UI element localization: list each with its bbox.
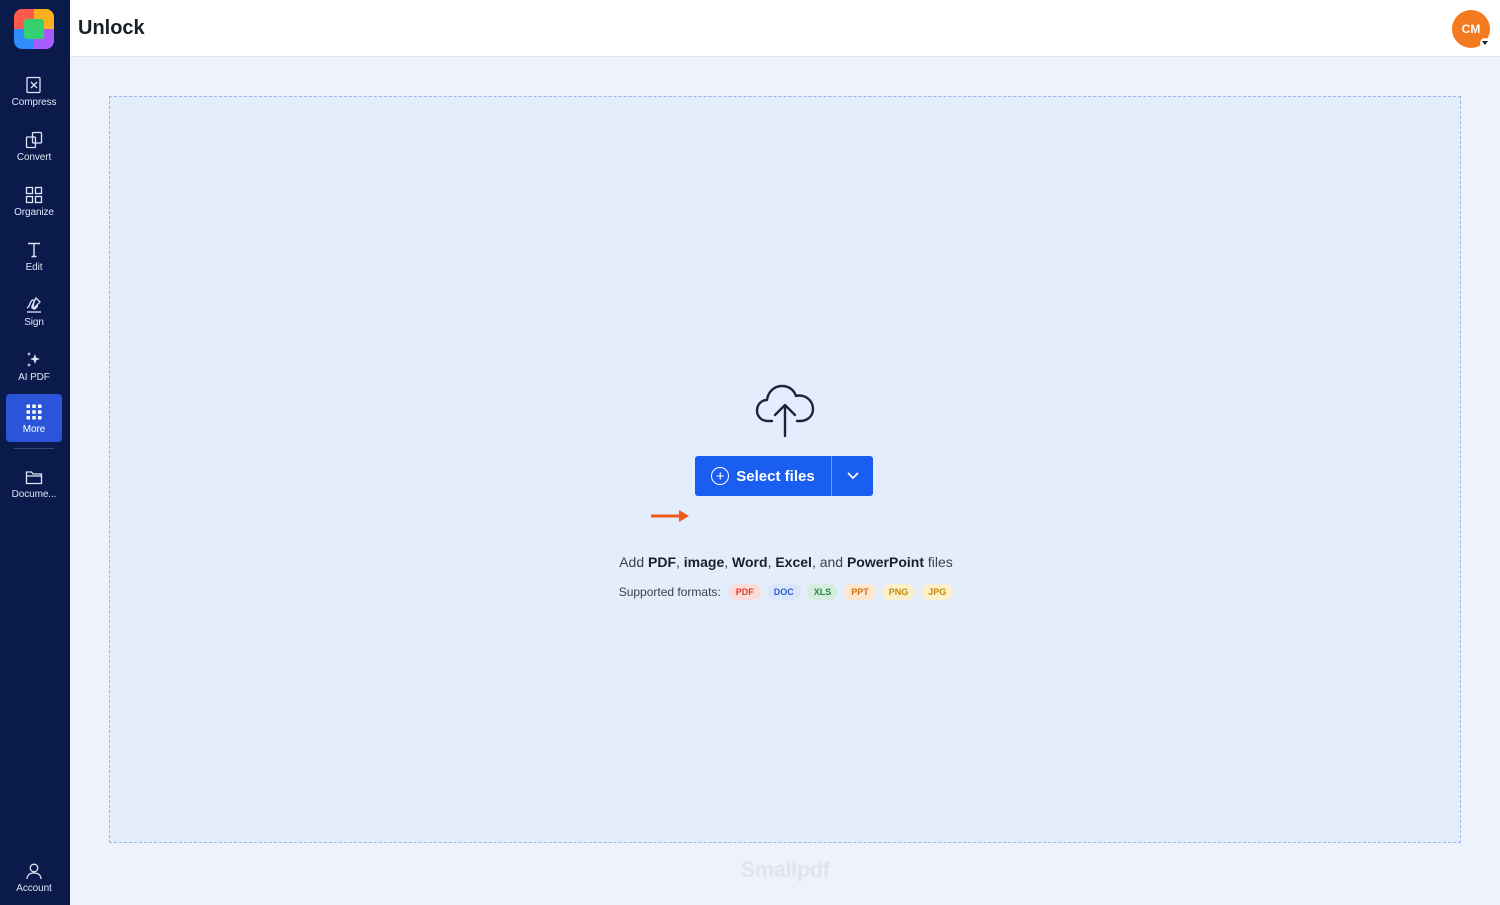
select-source-dropdown-button[interactable] xyxy=(831,456,873,496)
arrow-right-icon xyxy=(651,510,689,522)
sidebar-item-label: Sign xyxy=(24,316,44,328)
sidebar-item-account[interactable]: Account xyxy=(6,853,62,901)
grid-dots-icon xyxy=(24,402,44,422)
sidebar-item-edit[interactable]: Edit xyxy=(6,232,62,280)
select-files-label: Select files xyxy=(736,467,815,485)
sidebar-item-label: More xyxy=(22,423,46,435)
sidebar-item-documents[interactable]: Docume... xyxy=(6,459,62,507)
smallpdf-logo[interactable] xyxy=(14,9,54,49)
sparkles-icon xyxy=(24,350,44,370)
sidebar-item-label: Docume... xyxy=(11,488,57,500)
sidebar-item-ai-pdf[interactable]: AI PDF xyxy=(6,342,62,390)
select-files-button[interactable]: + Select files xyxy=(695,456,831,496)
sidebar-item-label: Account xyxy=(16,882,52,894)
folder-icon xyxy=(24,467,44,487)
supported-formats-label: Supported formats: xyxy=(618,585,721,599)
sidebar-divider xyxy=(14,448,54,449)
format-badge-png: PNG xyxy=(881,584,916,600)
sidebar-item-compress[interactable]: Compress xyxy=(6,67,62,115)
sidebar-item-organize[interactable]: Organize xyxy=(6,177,62,225)
file-dropzone[interactable]: + Select files Add PDF, image, Word, Exc… xyxy=(109,96,1461,843)
main-area: + Select files Add PDF, image, Word, Exc… xyxy=(70,57,1500,905)
select-files-group: + Select files xyxy=(695,456,873,496)
format-badge-pdf: PDF xyxy=(728,584,761,600)
format-badge-doc: DOC xyxy=(766,584,801,600)
top-bar: Unlock CM xyxy=(70,0,1500,57)
signature-icon xyxy=(24,295,44,315)
sidebar-item-label: AI PDF xyxy=(18,371,50,383)
chevron-down-icon[interactable] xyxy=(1480,38,1490,48)
cloud-upload-icon xyxy=(755,384,815,438)
chevron-down-icon xyxy=(847,472,858,479)
format-badge-xls: XLS xyxy=(806,584,839,600)
user-icon xyxy=(24,861,44,881)
sidebar: Compress Convert Organize Edit Sign AI P… xyxy=(0,0,70,905)
format-badge-jpg: JPG xyxy=(921,584,954,600)
convert-icon xyxy=(24,130,44,150)
sidebar-item-label: Edit xyxy=(25,261,43,273)
supported-files-description: Add PDF, image, Word, Excel, and PowerPo… xyxy=(619,554,953,570)
supported-formats: Supported formats: PDF DOC XLS PPT PNG J… xyxy=(110,584,1462,600)
smallpdf-watermark: Smallpdf xyxy=(740,857,830,882)
plus-circle-icon: + xyxy=(711,467,730,485)
page-title: Unlock xyxy=(78,17,145,39)
sidebar-item-label: Compress xyxy=(11,96,57,108)
format-badge-ppt: PPT xyxy=(844,584,876,600)
sidebar-item-sign[interactable]: Sign xyxy=(6,287,62,335)
sidebar-item-convert[interactable]: Convert xyxy=(6,122,62,170)
sidebar-item-label: Organize xyxy=(14,206,54,218)
sidebar-item-label: Convert xyxy=(16,151,52,163)
compress-icon xyxy=(24,75,44,95)
organize-icon xyxy=(24,185,44,205)
edit-text-icon xyxy=(24,240,44,260)
sidebar-item-more[interactable]: More xyxy=(6,394,62,442)
